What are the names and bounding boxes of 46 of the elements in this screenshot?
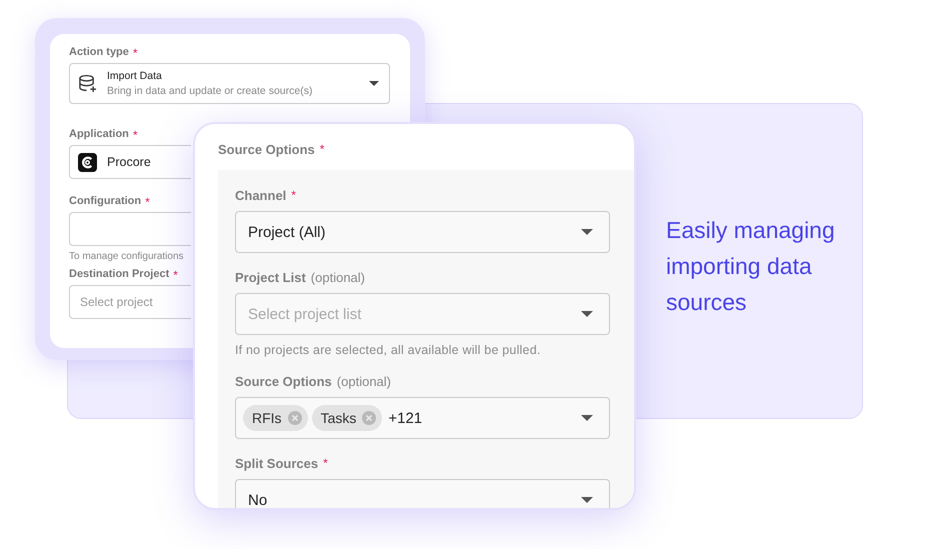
more-count: +121 [388,410,422,426]
app-logo-icon [78,152,97,172]
select-field[interactable]: Import Data Bring in data and update or create source(s) [69,63,390,104]
required-mark: * [145,195,150,209]
field-label: Action type [69,46,129,58]
headline: Easily managing importing data sources [666,216,836,317]
select-field[interactable]: Procore [69,145,191,179]
field-label: Source Options [235,374,332,389]
field-label: Project List [235,270,306,285]
database-icon [78,74,97,93]
required-mark: * [132,128,138,142]
caret-icon [369,81,379,86]
required-mark: * [320,142,324,158]
select-field[interactable]: RFIs Tasks +121 [235,397,610,439]
caret-icon [581,497,593,503]
tag-chip[interactable]: Tasks [312,405,382,431]
select-field[interactable]: No [235,479,610,508]
optional-note: (optional) [336,374,391,389]
placeholder: Select project [79,295,154,309]
field-subtitle: Bring in data and update or create source(s) [107,85,314,97]
caret-icon [581,311,593,317]
select-field[interactable] [69,212,191,246]
field-label: Destination Project [69,268,170,280]
help-text: If no projects are selected, all available will be pulled. [235,343,542,357]
field-label: Application [69,128,129,140]
tag-chip[interactable]: RFIs [243,405,308,431]
field-label: Configuration [69,195,142,207]
remove-icon[interactable] [288,411,302,425]
field-label: Channel [235,188,286,203]
optional-note: (optional) [310,270,365,285]
placeholder: Select project list [248,306,362,322]
field-label: Split Sources [235,456,318,471]
required-mark: * [291,188,296,202]
required-mark: * [132,46,138,60]
required-mark: * [173,268,178,282]
help-text: To manage configurations [69,251,185,262]
field-value: Project (All) [248,224,326,240]
remove-icon[interactable] [362,411,376,425]
field-value: Procore [107,155,152,169]
caret-icon [581,229,593,235]
required-mark: * [323,456,328,470]
field-value: Import Data [107,70,163,82]
card-title: Source Options [218,142,315,159]
select-field[interactable]: Project (All) [235,211,610,253]
field-value: No [248,492,268,508]
caret-icon [581,415,593,421]
